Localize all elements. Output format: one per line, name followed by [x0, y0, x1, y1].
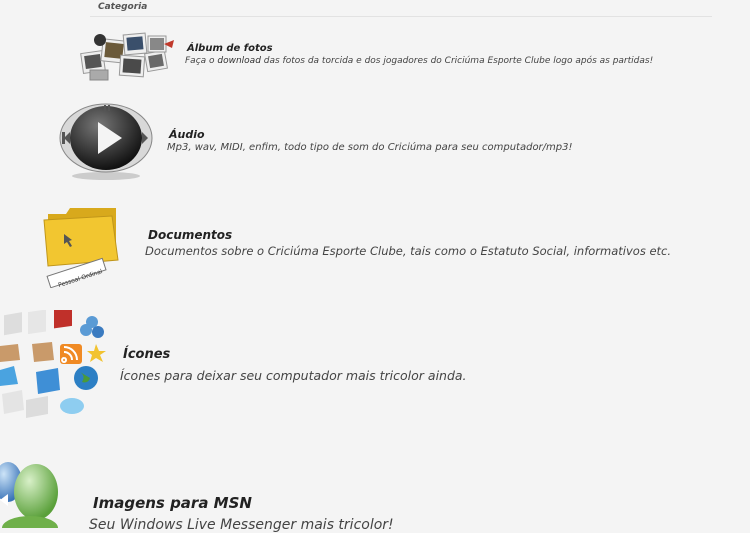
category-description: Seu Windows Live Messenger mais tricolor…	[89, 517, 394, 533]
category-title[interactable]: Áudio	[169, 128, 205, 141]
category-title[interactable]: Documentos	[148, 228, 232, 242]
category-title[interactable]: Imagens para MSN	[93, 494, 252, 512]
icons-collage-icon	[0, 310, 106, 418]
category-description: Documentos sobre o Criciúma Esporte Club…	[145, 244, 672, 258]
audio-play-icon	[59, 103, 153, 180]
folder-icon: Pessoal Ordinal	[43, 208, 119, 288]
category-header-label: Categoria	[98, 2, 148, 12]
category-description: Faça o download das fotos da torcida e d…	[185, 56, 654, 66]
category-description: Mp3, wav, MIDI, enfim, todo tipo de som …	[167, 142, 573, 153]
category-description: Ícones para deixar seu computador mais t…	[120, 368, 467, 383]
photo-album-icon	[80, 32, 174, 81]
category-title[interactable]: Ícones	[123, 347, 170, 362]
category-title[interactable]: Álbum de fotos	[187, 43, 273, 54]
msn-buddy-icon	[0, 462, 58, 528]
category-header: Categoria	[90, 0, 712, 17]
